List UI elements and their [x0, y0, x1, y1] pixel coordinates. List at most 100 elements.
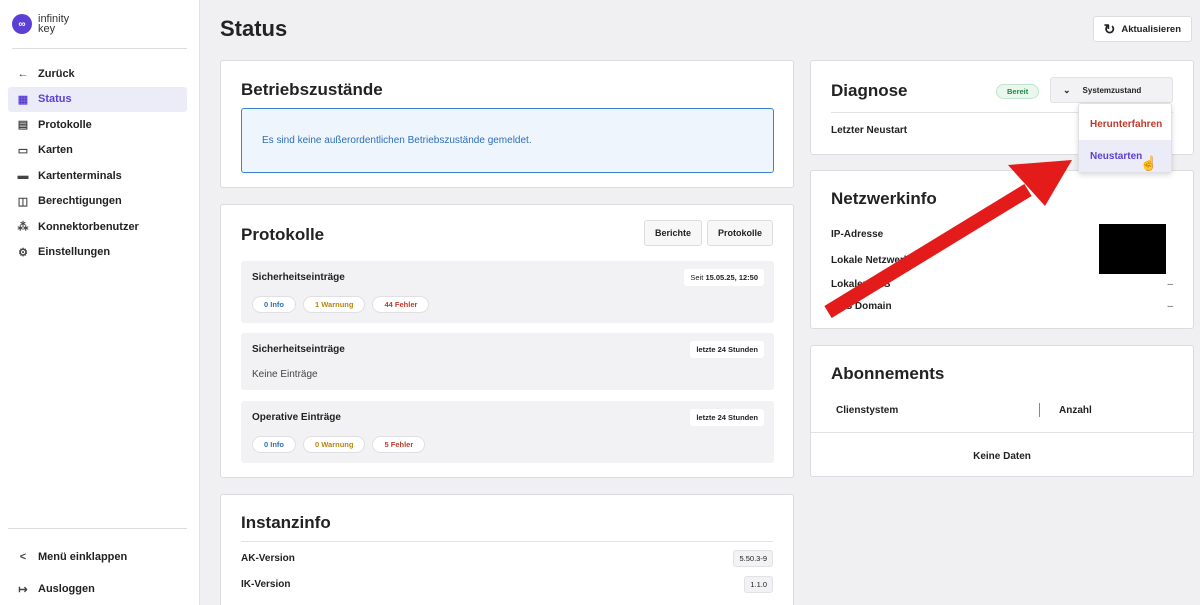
lokaler-dns-value: –	[1167, 279, 1173, 290]
sidebar-item-label: Zurück	[38, 67, 75, 80]
lokale-netzwerke-label: Lokale Netzwerke	[831, 255, 915, 266]
warning-count-badge: 0 Warnung	[303, 436, 366, 453]
sidebar-item-label: Kartenterminals	[38, 169, 122, 182]
letzter-neustart-label: Letzter Neustart	[831, 125, 908, 136]
sidebar-item-label: Status	[38, 93, 72, 106]
log-entry-time: letzte 24 Stunden	[690, 341, 764, 358]
logout-button[interactable]: ↦ Ausloggen	[8, 573, 199, 605]
instanzinfo-card: Instanzinfo AK-Version 5.50.3-9 IK-Versi…	[220, 494, 794, 605]
diagnose-title: Diagnose	[831, 81, 908, 100]
log-entry-time-value: letzte 24 Stunden	[696, 345, 758, 354]
users-icon: ⁂	[17, 221, 29, 234]
instanzinfo-title: Instanzinfo	[241, 513, 331, 532]
sidebar-item-konnektorbenutzer[interactable]: ⁂ Konnektorbenutzer	[8, 214, 187, 240]
shutdown-menu-item[interactable]: Herunterfahren	[1079, 108, 1171, 140]
sidebar-item-label: Protokolle	[38, 118, 92, 131]
abonnements-title: Abonnements	[831, 364, 945, 383]
sidebar-item-berechtigungen[interactable]: ◫ Berechtigungen	[8, 189, 187, 215]
column-header-clientsystem[interactable]: Clienstystem	[836, 405, 898, 416]
log-entry-time: letzte 24 Stunden	[690, 409, 764, 426]
redacted-block	[1099, 224, 1166, 274]
protokolle-button[interactable]: Protokolle	[706, 220, 773, 246]
log-entry-title: Sicherheitseinträge	[252, 272, 345, 283]
logout-icon: ↦	[18, 583, 28, 596]
sidebar-item-label: Einstellungen	[38, 246, 111, 259]
logo[interactable]: ∞ infinity key	[0, 0, 199, 48]
ik-version-row: IK-Version 1.1.0	[241, 576, 773, 593]
dns-domain-value: –	[1167, 301, 1173, 312]
log-icon: ▤	[17, 119, 29, 132]
sidebar-item-karten[interactable]: ▭ Karten	[8, 138, 187, 164]
lokaler-dns-label: Lokaler DNS	[831, 279, 891, 290]
systemzustand-menu: Herunterfahren Neustarten	[1078, 103, 1172, 173]
divider	[811, 432, 1193, 433]
netzwerkinfo-card: Netzwerkinfo IP-Adresse Lokale Netzwerke…	[810, 170, 1194, 329]
ak-version-value: 5.50.3-9	[733, 550, 773, 567]
ik-version-label: IK-Version	[241, 579, 291, 590]
log-entry-time: Seit 15.05.25, 12:50	[684, 269, 764, 286]
dns-domain-label: DNS Domain	[831, 301, 892, 312]
infinity-logo-icon: ∞	[12, 14, 32, 34]
sidebar-item-einstellungen[interactable]: ⚙ Einstellungen	[8, 240, 187, 266]
sidebar-item-label: Konnektorbenutzer	[38, 220, 139, 233]
divider	[241, 541, 773, 542]
dashboard-icon: ▦	[17, 93, 29, 106]
info-count-badge: 0 Info	[252, 436, 296, 453]
permissions-icon: ◫	[17, 195, 29, 208]
refresh-button[interactable]: ↻ Aktualisieren	[1092, 16, 1192, 42]
log-entry-time-value: letzte 24 Stunden	[696, 413, 758, 422]
log-entry[interactable]: Sicherheitseinträge Seit 15.05.25, 12:50…	[241, 261, 774, 323]
warning-count-badge: 1 Warnung	[303, 296, 366, 313]
betriebszustaende-card: Betriebszustände Es sind keine außerorde…	[220, 60, 794, 188]
log-entry-title: Operative Einträge	[252, 412, 341, 423]
sidebar-item-zurueck[interactable]: ← Zurück	[8, 61, 187, 87]
sidebar: ∞ infinity key ← Zurück ▦ Status ▤ Proto…	[0, 0, 200, 605]
sidebar-item-label: Karten	[38, 144, 73, 157]
dns-domain-row: DNS Domain –	[831, 301, 1173, 312]
log-entry[interactable]: Operative Einträge letzte 24 Stunden 0 I…	[241, 401, 774, 463]
collapse-menu-label: Menü einklappen	[38, 551, 128, 563]
sidebar-item-status[interactable]: ▦ Status	[8, 86, 187, 112]
info-count-badge: 0 Info	[252, 296, 296, 313]
info-message: Es sind keine außerordentlichen Betriebs…	[241, 108, 774, 173]
back-arrow-icon: ←	[17, 67, 29, 80]
sidebar-bottom-divider	[8, 528, 187, 529]
card-icon: ▭	[17, 144, 29, 157]
ip-address-label: IP-Adresse	[831, 229, 884, 240]
lokaler-dns-row: Lokaler DNS –	[831, 279, 1173, 290]
systemzustand-dropdown-button[interactable]: ⌄ Systemzustand	[1050, 77, 1173, 103]
ak-version-row: AK-Version 5.50.3-9	[241, 550, 773, 567]
protokolle-title: Protokolle	[241, 225, 325, 244]
betriebszustaende-title: Betriebszustände	[241, 80, 383, 99]
logo-line2: key	[38, 23, 56, 35]
status-badge: Bereit	[996, 84, 1040, 99]
terminal-icon: ▬	[17, 169, 29, 182]
ak-version-label: AK-Version	[241, 553, 295, 564]
systemzustand-label: Systemzustand	[1082, 85, 1142, 95]
error-count-badge: 5 Fehler	[372, 436, 426, 453]
berichte-button[interactable]: Berichte	[643, 220, 702, 246]
log-entry-title: Sicherheitseinträge	[252, 344, 345, 355]
sidebar-item-kartenterminals[interactable]: ▬ Kartenterminals	[8, 163, 187, 189]
sidebar-item-label: Berechtigungen	[38, 195, 122, 208]
page-title: Status	[220, 16, 288, 41]
column-divider	[1039, 403, 1040, 417]
protokolle-card: Protokolle Berichte Protokolle Sicherhei…	[220, 204, 794, 478]
chevron-left-icon: <	[19, 551, 27, 563]
error-count-badge: 44 Fehler	[372, 296, 430, 313]
collapse-menu-button[interactable]: < Menü einklappen	[8, 541, 199, 573]
empty-state: Keine Daten	[973, 451, 1031, 462]
column-header-anzahl[interactable]: Anzahl	[1059, 405, 1092, 416]
log-entry-empty: Keine Einträge	[252, 369, 318, 380]
chevron-down-icon: ⌄	[1063, 84, 1071, 95]
logout-label: Ausloggen	[38, 583, 95, 595]
gear-icon: ⚙	[18, 246, 28, 259]
abonnements-card: Abonnements Clienstystem Anzahl Keine Da…	[810, 345, 1194, 477]
netzwerkinfo-title: Netzwerkinfo	[831, 189, 937, 208]
log-entry-time-prefix: Seit	[690, 273, 704, 282]
sidebar-item-protokolle[interactable]: ▤ Protokolle	[8, 112, 187, 138]
ik-version-value: 1.1.0	[744, 576, 773, 593]
log-entry[interactable]: Sicherheitseinträge letzte 24 Stunden Ke…	[241, 333, 774, 390]
hand-cursor-icon: ☝	[1140, 155, 1158, 171]
refresh-icon: ↻	[1103, 20, 1116, 37]
